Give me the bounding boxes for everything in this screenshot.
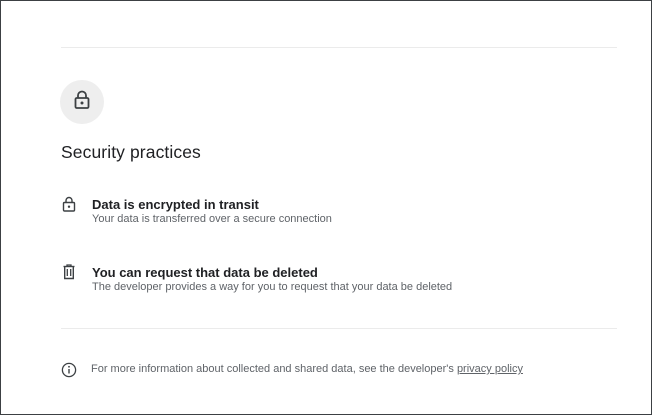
- footer-text: For more information about collected and…: [91, 362, 523, 377]
- practice-description: Your data is transferred over a secure c…: [92, 213, 332, 225]
- footer-info: For more information about collected and…: [61, 361, 621, 379]
- info-icon: [61, 362, 77, 378]
- section-title: Security practices: [61, 142, 201, 162]
- bottom-divider: [61, 328, 617, 329]
- practice-title: Data is encrypted in transit: [92, 197, 259, 212]
- lock-icon: [73, 90, 91, 115]
- data-safety-panel: Security practices Data is encrypted in …: [0, 0, 652, 415]
- section-icon-circle: [60, 80, 104, 124]
- privacy-policy-link[interactable]: privacy policy: [457, 363, 523, 375]
- practice-title: You can request that data be deleted: [92, 265, 318, 280]
- lock-icon: [61, 196, 77, 214]
- trash-icon: [61, 264, 77, 282]
- practice-description: The developer provides a way for you to …: [92, 281, 453, 293]
- footer-text-body: For more information about collected and…: [91, 363, 457, 375]
- top-divider: [61, 47, 617, 48]
